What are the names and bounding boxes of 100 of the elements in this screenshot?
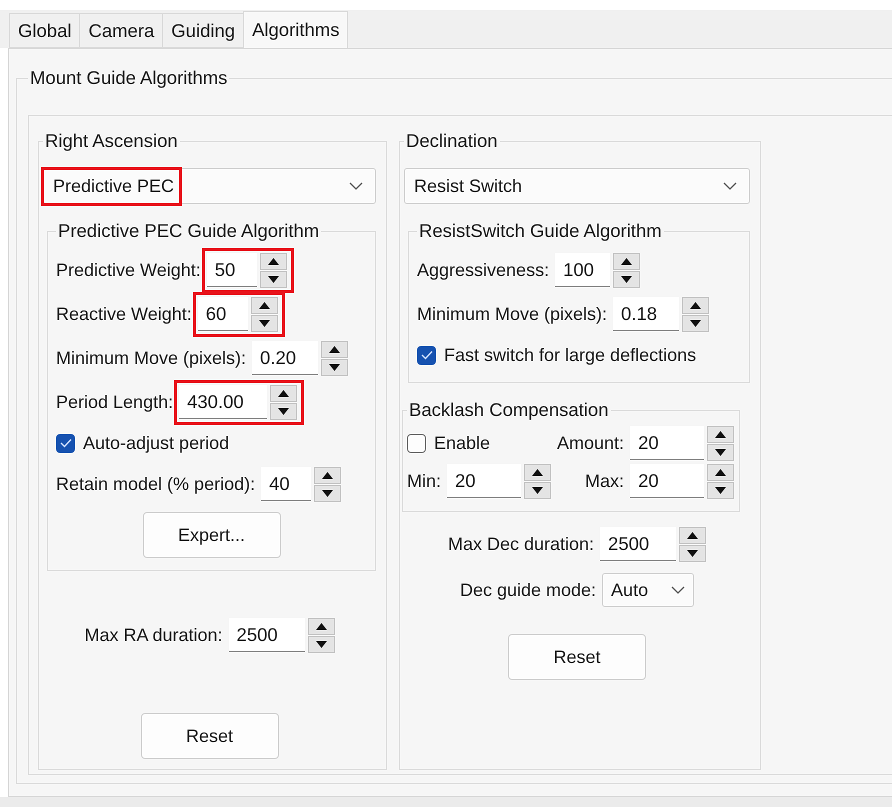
increment-button[interactable] [321,340,348,358]
triangle-up-icon [621,258,632,264]
dropdown-value: Predictive PEC [53,176,174,196]
field-label: Period Length: [56,392,174,412]
dropdown-value: Auto [611,580,648,600]
algorithm-dropdown[interactable]: Resist Switch [404,168,750,204]
increment-button[interactable] [707,464,734,480]
number-field[interactable]: 40 [261,467,312,501]
increment-button[interactable] [270,384,298,402]
triangle-down-icon [316,640,327,648]
triangle-down-icon [322,490,334,496]
decrement-button[interactable] [321,358,348,376]
triangle-up-icon [532,468,544,476]
mode-dropdown[interactable]: Auto [602,573,694,607]
reset-button[interactable]: Reset [140,713,278,759]
decrement-button[interactable] [524,482,552,498]
tab[interactable]: Guiding [162,13,244,48]
number-field[interactable]: 100 [555,253,610,287]
number-field[interactable]: 0.18 [613,297,680,331]
decrement-button[interactable] [707,482,734,498]
field-label: Max: [585,470,624,492]
reset-button[interactable]: Reset [508,634,646,680]
decrement-button[interactable] [613,270,640,288]
field-label: Max RA duration: [84,624,223,646]
field-label: Minimum Move (pixels): [56,348,246,368]
checkbox-label: Fast switch for large deflections [444,344,696,366]
number-field[interactable]: 430.00 [179,385,268,419]
increment-button[interactable] [314,466,342,484]
number-field[interactable]: 20 [447,464,522,498]
triangle-down-icon [278,408,290,414]
number-field[interactable]: 50 [206,253,257,287]
increment-button[interactable] [707,426,734,442]
group-title: Right Ascension [44,130,179,152]
decrement-button[interactable] [260,270,287,288]
decrement-button[interactable] [270,402,298,420]
field-label: Min: [407,470,442,492]
checkbox[interactable] [407,434,426,452]
triangle-up-icon [715,468,726,476]
checkbox[interactable] [417,346,436,364]
increment-button[interactable] [260,252,287,270]
field-label: Reactive Weight: [56,304,192,324]
tab[interactable]: Global [9,13,80,48]
field-label: Minimum Move (pixels): [417,304,608,324]
number-field[interactable]: 20 [630,426,704,460]
triangle-down-icon [687,550,698,556]
triangle-down-icon [715,448,726,456]
number-field[interactable]: 60 [198,297,248,331]
tab[interactable]: Camera [79,13,164,48]
group-title: ResistSwitch Guide Algorithm [418,220,663,242]
field-label: Retain model (% period): [56,474,256,494]
triangle-up-icon [322,472,334,478]
decrement-button[interactable] [682,314,710,332]
triangle-down-icon [715,486,726,494]
number-field[interactable]: 2500 [228,618,305,652]
dropdown-value: Resist Switch [414,176,522,196]
field-label: Dec guide mode: [460,580,596,600]
triangle-up-icon [268,258,279,264]
decrement-button[interactable] [707,444,734,460]
triangle-up-icon [258,302,270,308]
field-label: Aggressiveness: [417,260,550,280]
decrement-button[interactable] [308,636,335,652]
triangle-down-icon [258,320,270,326]
triangle-up-icon [329,346,340,352]
tab[interactable]: Algorithms [243,11,348,48]
increment-button[interactable] [613,252,640,270]
triangle-down-icon [329,364,340,370]
triangle-up-icon [690,302,702,308]
increment-button[interactable] [250,296,278,314]
increment-button[interactable] [524,464,552,480]
triangle-down-icon [532,486,544,494]
increment-button[interactable] [679,526,706,544]
decrement-button[interactable] [250,314,278,332]
increment-button[interactable] [682,296,710,314]
triangle-up-icon [316,622,327,630]
checkbox[interactable] [56,434,75,452]
algorithm-dropdown[interactable]: Predictive PEC [43,168,376,204]
increment-button[interactable] [308,618,335,634]
checkmark-icon [420,350,432,360]
field-label: Max Dec duration: [448,534,594,554]
chevron-down-icon [723,182,737,190]
group-title: Backlash Compensation [408,399,610,421]
group-title: Declination [405,130,499,152]
triangle-down-icon [268,276,279,282]
triangle-down-icon [690,320,702,326]
chevron-down-icon [671,586,686,594]
number-field[interactable]: 20 [630,464,704,498]
checkbox-label: Enable [434,432,490,454]
decrement-button[interactable] [314,484,342,502]
triangle-up-icon [715,430,726,438]
triangle-up-icon [278,390,290,396]
number-field[interactable]: 2500 [600,527,676,561]
expert-button[interactable]: Expert... [142,512,280,558]
triangle-up-icon [687,532,698,538]
field-label: Amount: [557,432,624,454]
checkmark-icon [60,438,72,448]
group-title: Mount Guide Algorithms [29,67,228,89]
field-label: Predictive Weight: [56,260,201,280]
number-field[interactable]: 0.20 [252,341,318,375]
chevron-down-icon [349,182,363,190]
decrement-button[interactable] [679,544,706,562]
